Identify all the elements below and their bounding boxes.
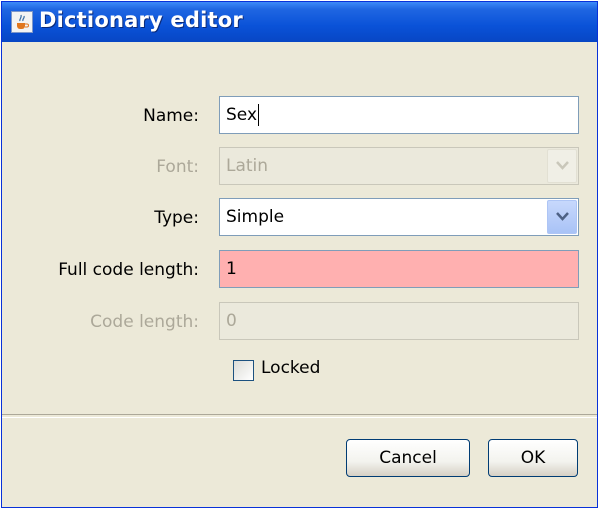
full-code-length-input[interactable]: 1 bbox=[219, 250, 579, 288]
window-title: Dictionary editor bbox=[39, 8, 243, 32]
locked-label[interactable]: Locked bbox=[261, 358, 320, 378]
font-select: Latin bbox=[219, 147, 579, 185]
title-bar[interactable]: Dictionary editor bbox=[2, 2, 597, 42]
locked-checkbox[interactable] bbox=[233, 360, 254, 381]
code-length-label: Code length: bbox=[90, 312, 199, 332]
name-label: Name: bbox=[143, 106, 199, 126]
java-cup-icon bbox=[11, 11, 33, 33]
chevron-down-icon bbox=[547, 149, 577, 183]
code-length-input: 0 bbox=[219, 302, 579, 340]
ok-button[interactable]: OK bbox=[488, 439, 578, 477]
chevron-down-icon[interactable] bbox=[547, 200, 577, 234]
name-input[interactable]: Sex bbox=[219, 96, 579, 134]
separator bbox=[2, 414, 597, 418]
font-label: Font: bbox=[156, 157, 199, 177]
text-caret bbox=[258, 104, 260, 126]
dialog-window: Dictionary editor Name: Sex Font: Latin … bbox=[1, 1, 598, 508]
form-panel: Name: Sex Font: Latin Type: Simple Full … bbox=[2, 42, 597, 414]
full-code-length-label: Full code length: bbox=[58, 260, 199, 280]
type-label: Type: bbox=[154, 208, 199, 228]
type-select[interactable]: Simple bbox=[219, 198, 579, 236]
cancel-button[interactable]: Cancel bbox=[346, 439, 470, 477]
